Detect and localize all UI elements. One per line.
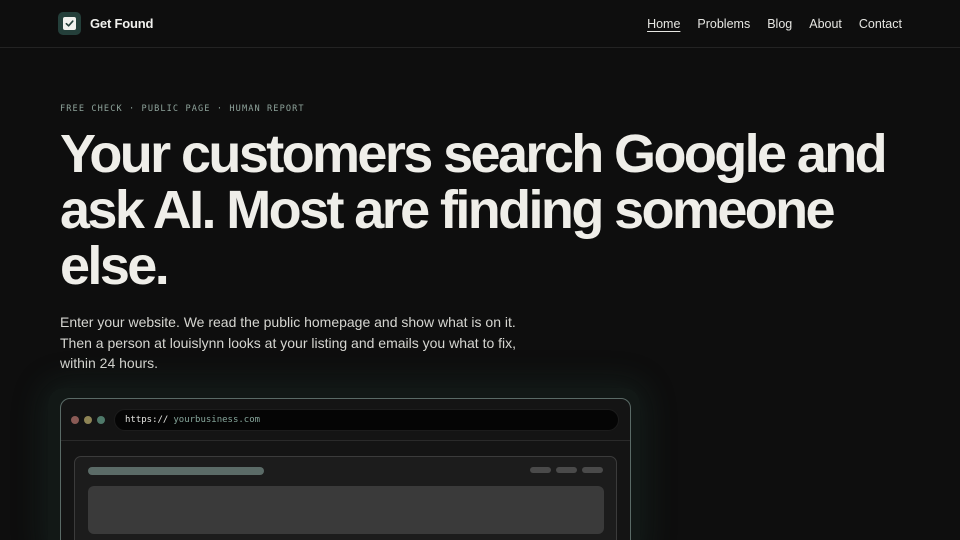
nav-link-contact[interactable]: Contact — [859, 17, 902, 31]
logo[interactable]: Get Found — [58, 12, 153, 35]
skeleton-hero-block — [88, 486, 604, 534]
url-scheme-label: https:// — [125, 414, 169, 425]
nav-link-problems[interactable]: Problems — [697, 17, 750, 31]
skeleton-pill — [556, 467, 577, 473]
nav-link-about[interactable]: About — [809, 17, 842, 31]
page-preview-card — [74, 456, 617, 540]
skeleton-pill — [530, 467, 551, 473]
brand-name: Get Found — [90, 16, 154, 31]
window-close-dot — [71, 415, 79, 424]
url-placeholder: yourbusiness.com — [173, 414, 261, 425]
browser-toolbar: https:// yourbusiness.com — [61, 399, 630, 441]
main-nav: Home Problems Blog About Contact — [630, 0, 902, 48]
nav-link-home[interactable]: Home — [647, 17, 680, 31]
site-header: Get Found Home Problems Blog About Conta… — [0, 0, 960, 48]
window-maximize-dot — [97, 415, 105, 424]
website-url-input[interactable]: https:// yourbusiness.com — [114, 408, 619, 431]
hero-description: Enter your website. We read the public h… — [60, 314, 517, 371]
browser-mockup: https:// yourbusiness.com — [60, 398, 631, 540]
skeleton-pill — [582, 467, 603, 473]
hero-eyebrow: FREE CHECK · PUBLIC PAGE · HUMAN REPORT — [60, 104, 305, 114]
nav-link-blog[interactable]: Blog — [767, 17, 792, 31]
check-badge-icon — [58, 12, 81, 35]
window-minimize-dot — [84, 415, 92, 424]
page: Get Found Home Problems Blog About Conta… — [0, 0, 960, 540]
hero-headline: Your customers search Google and ask AI.… — [60, 124, 888, 296]
skeleton-title — [88, 467, 264, 475]
